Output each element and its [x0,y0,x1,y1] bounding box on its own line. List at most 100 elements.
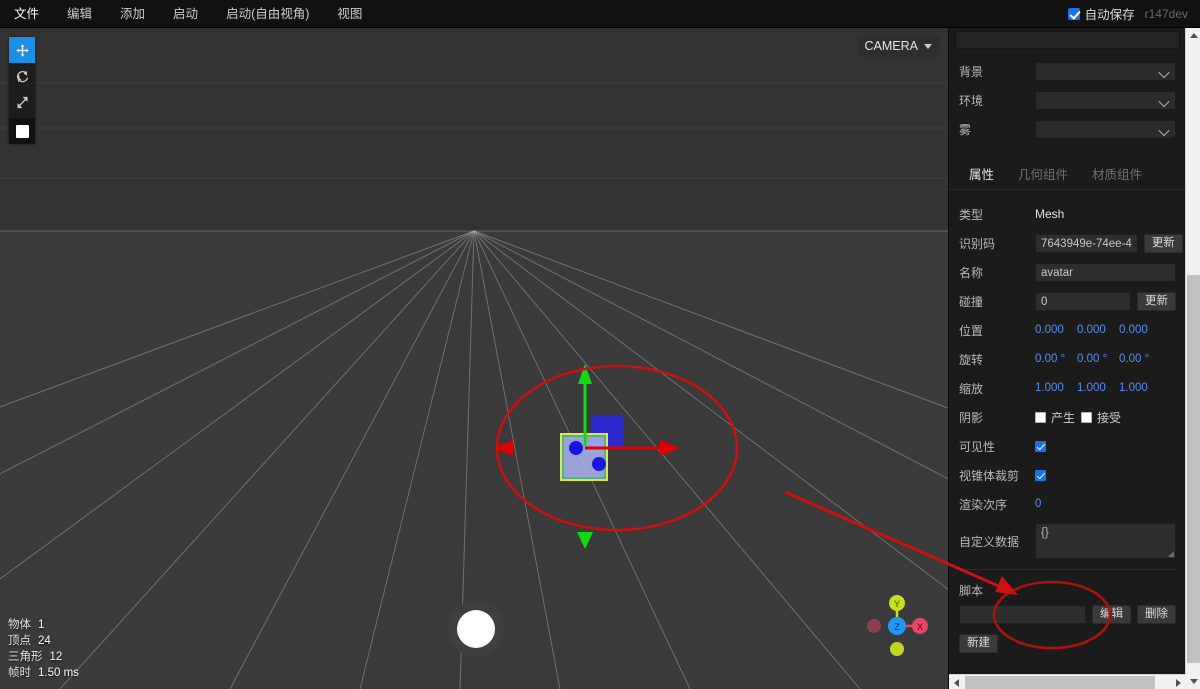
type-field: Mesh [1035,207,1176,221]
render-order-value[interactable]: 0 [1035,498,1077,510]
position-x[interactable]: 0.000 [1035,324,1077,336]
uuid-field: 7643949e-74ee-4 更新 [1035,233,1183,253]
chevron-left-icon [954,678,959,687]
render-order-label: 渲染次序 [959,497,1008,512]
userdata-textarea[interactable]: {} [1035,523,1176,559]
row-shadow: 阴影 产生 接受 [959,403,1176,431]
rotate-icon [16,70,28,82]
horizontal-scroll-thumb[interactable] [965,676,1155,689]
scale-y[interactable]: 1.000 [1077,382,1119,394]
autosave-checkbox[interactable] [1067,7,1080,20]
row-scale: 缩放 1.000 1.000 1.000 [959,374,1176,402]
selected-object-gizmo[interactable] [480,353,770,583]
shadow-label: 阴影 [959,410,984,425]
row-uuid: 识别码 7643949e-74ee-4 更新 [959,229,1183,257]
menu-bar: 文件 编辑 添加 启动 启动(自由视角) 视图 自动保存 r147dev [0,0,1200,28]
uuid-update-button[interactable]: 更新 [1143,233,1183,253]
position-y[interactable]: 0.000 [1077,324,1119,336]
stat-objects: 物体 1 [8,617,79,633]
move-icon [15,43,29,57]
panel-horizontal-scrollbar[interactable] [949,674,1186,689]
viewport-3d[interactable]: CAMERA 物体 1 顶点 24 三角形 12 帧时 1.50 ms Y X … [0,28,948,689]
stat-frametime-value: 1.50 ms [38,667,79,679]
square-icon [15,124,29,138]
frustum-checkbox[interactable] [1035,469,1046,481]
menu-item-edit[interactable]: 编辑 [53,0,106,28]
shadow-receive-group[interactable]: 接受 [1081,409,1121,426]
rotate-tool-button[interactable] [9,63,35,89]
shadow-cast-group[interactable]: 产生 [1035,409,1075,426]
viewport-stats: 物体 1 顶点 24 三角形 12 帧时 1.50 ms [8,617,79,681]
svg-text:Z: Z [894,622,900,632]
script-delete-button[interactable]: 删除 [1137,605,1176,624]
script-row: 编辑 删除 [959,605,1176,624]
collision-update-button[interactable]: 更新 [1137,291,1176,311]
scroll-left-button[interactable] [949,675,964,689]
rotation-z[interactable]: 0.00 ° [1119,353,1161,365]
shadow-cast-label: 产生 [1051,410,1076,425]
type-value: Mesh [1035,207,1065,221]
position-z[interactable]: 0.000 [1119,324,1161,336]
stat-vertices-value: 24 [38,635,51,647]
type-label: 类型 [959,207,984,222]
camera-select[interactable]: CAMERA [856,35,940,57]
autosave-label: 自动保存 [1084,8,1135,22]
transform-toolbar [9,37,35,144]
stat-vertices: 顶点 24 [8,633,79,649]
rotation-x[interactable]: 0.00 ° [1035,353,1077,365]
script-select[interactable] [959,605,1086,624]
menu-bar-right: 自动保存 r147dev [1067,4,1200,23]
visible-checkbox[interactable] [1035,440,1046,452]
scale-x[interactable]: 1.000 [1035,382,1077,394]
row-userdata: 自定义数据 {} [959,519,1176,563]
collision-label: 碰撞 [959,294,984,309]
chevron-down-icon [924,43,932,49]
shadow-receive-checkbox[interactable] [1081,411,1093,423]
stat-triangles-value: 12 [49,651,63,663]
outliner-field[interactable] [955,31,1180,49]
name-field: avatar [1035,262,1176,282]
frustum-field [1035,469,1176,481]
axis-gizmo[interactable]: Y X Z [862,591,932,661]
autosave-toggle[interactable]: 自动保存 [1067,4,1135,23]
tab-properties[interactable]: 属性 [957,160,1007,189]
light-helper-sphere[interactable] [440,593,512,665]
background-field [1035,61,1176,81]
scale-tool-button[interactable] [9,89,35,115]
script-label: 脚本 [959,584,984,598]
environment-label: 环境 [959,93,984,108]
space-toggle-button[interactable] [9,118,35,144]
scroll-up-button[interactable] [1186,28,1200,43]
tab-material[interactable]: 材质组件 [1080,160,1154,189]
shadow-cast-checkbox[interactable] [1035,411,1046,423]
environment-select[interactable] [1035,90,1176,110]
property-tabs: 属性 几何组件 材质组件 [949,160,1186,190]
vertical-scroll-thumb[interactable] [1187,275,1200,663]
scene-settings-section: 背景 环境 雾 [949,55,1186,154]
menu-item-play-free[interactable]: 启动(自由视角) [212,0,323,28]
menu-item-view[interactable]: 视图 [323,0,376,28]
background-select[interactable] [1035,61,1176,81]
row-fog: 雾 [959,115,1176,143]
tab-geometry[interactable]: 几何组件 [1006,160,1080,189]
panel-vertical-scrollbar[interactable] [1185,28,1200,689]
rotation-y[interactable]: 0.00 ° [1077,353,1119,365]
environment-field [1035,90,1176,110]
scroll-down-button[interactable] [1186,674,1200,689]
svg-text:Y: Y [894,599,900,609]
uuid-label: 识别码 [959,236,996,251]
script-edit-button[interactable]: 编辑 [1092,605,1131,624]
name-input[interactable]: avatar [1035,262,1176,282]
menu-item-add[interactable]: 添加 [106,0,159,28]
scale-z[interactable]: 1.000 [1119,382,1161,394]
translate-tool-button[interactable] [9,37,35,63]
fog-select[interactable] [1035,119,1176,139]
scroll-right-button[interactable] [1171,675,1186,689]
uuid-input[interactable]: 7643949e-74ee-4 [1035,233,1138,253]
menu-item-play[interactable]: 启动 [159,0,212,28]
menu-item-file[interactable]: 文件 [0,0,53,28]
row-render-order: 渲染次序 0 [959,490,1176,518]
collision-input[interactable]: 0 [1035,291,1131,311]
chevron-up-icon [1189,33,1198,38]
script-new-button[interactable]: 新建 [959,634,998,653]
